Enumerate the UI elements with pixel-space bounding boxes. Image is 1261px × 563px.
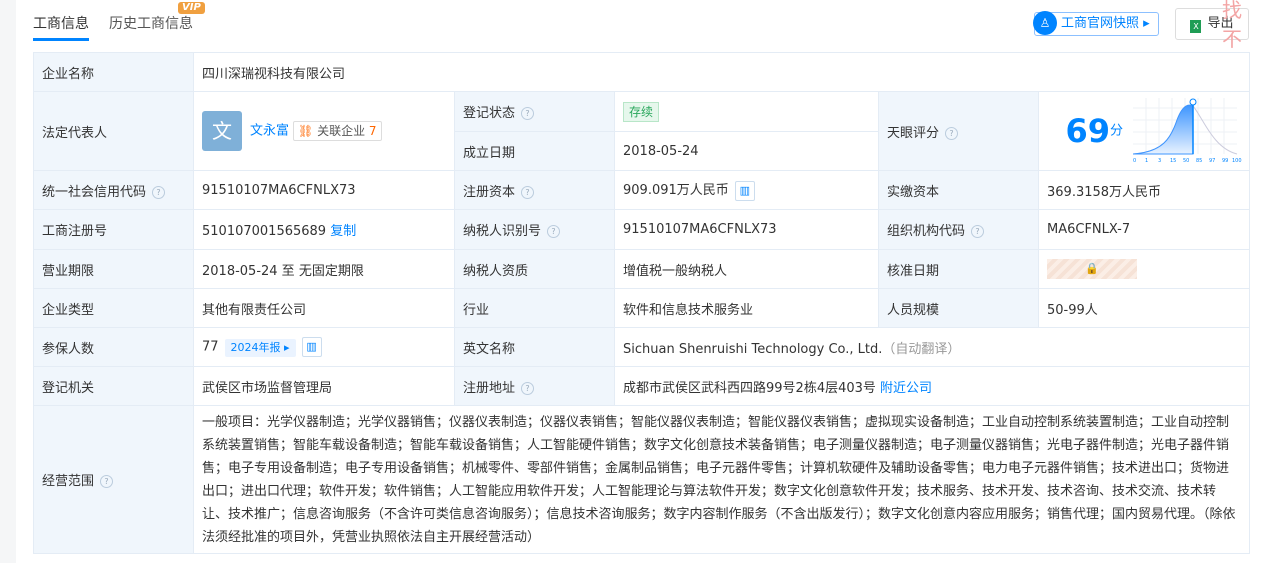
score-value: 69 [1065,112,1110,150]
insured-label: 参保人数 [33,327,194,367]
reg-no: 510107001565689 [202,224,327,239]
industry-label: 行业 [454,288,615,328]
taxpayer-id-label: 纳税人识别号? [454,209,615,250]
official-snapshot-button[interactable]: ♙ 工商官网快照 ▸ [1033,11,1159,36]
credit-code-label: 统一社会信用代码? [33,170,194,210]
tab-history-business-info[interactable]: 历史工商信息 [109,13,193,33]
vip-badge: VIP [178,2,205,14]
approved-cell: 🔒 [1037,249,1251,289]
related-label: 关联企业 [317,123,366,138]
related-count: 7 [368,123,377,138]
axis-tick: 100 [1232,158,1242,164]
help-icon[interactable]: ? [945,126,959,140]
scope-label: 经营范围? [33,405,194,554]
chart-icon[interactable]: ▥ [734,180,755,201]
avatar: 文 [202,111,242,151]
help-icon[interactable]: ? [152,185,166,199]
help-icon[interactable]: ? [521,381,535,395]
english-name: Sichuan Shenruishi Technology Co., Ltd. [623,341,883,357]
paid-capital: 369.3158万人民币 [1037,170,1251,210]
chart-icon[interactable]: ▥ [301,337,322,357]
address: 成都市武侯区武科西四路99号2栋4层403号 [623,380,876,396]
company-type: 其他有限责任公司 [193,288,455,328]
reg-no-label: 工商注册号 [33,209,194,250]
copy-button[interactable]: 复制 [330,224,356,239]
axis-tick: 97 [1209,158,1215,164]
staff: 50-99人 [1037,288,1251,328]
excel-icon: X [1190,20,1202,33]
reg-capital-label: 注册资本? [454,170,615,210]
axis-tick: 99 [1222,158,1228,164]
status-badge: 存续 [623,101,660,122]
established-date: 2018-05-24 [614,131,879,171]
taxpayer-type: 增值税一般纳税人 [614,249,879,289]
legal-rep-cell: 文文永富 ⛓ 关联企业 7 [193,91,455,171]
related-companies-button[interactable]: ⛓ 关联企业 7 [293,120,382,141]
auto-translate-note: （自动翻译） [882,341,961,357]
insured-cell: 77 2024年报 ▸ ▥ [193,327,455,367]
org-code: MA6CFNLX-7 [1037,209,1251,250]
axis-tick: 3 [1158,158,1161,164]
legal-rep-label: 法定代表人 [33,91,194,171]
taxpayer-id: 91510107MA6CFNLX73 [614,209,879,250]
watermark: 找不 [1222,0,1242,51]
axis-tick: 15 [1170,158,1176,164]
industry: 软件和信息技术服务业 [614,288,879,328]
status-label: 登记状态? [454,91,615,132]
network-icon: ⛓ [298,123,314,138]
english-cell: Sichuan Shenruishi Technology Co., Ltd.（… [613,327,1251,367]
nearby-companies-link[interactable]: 附近公司 [880,381,932,396]
axis-tick: 85 [1196,158,1202,164]
left-gutter [0,0,16,563]
staff-label: 人员规模 [878,288,1039,328]
business-scope: 一般项目：光学仪器制造；光学仪器销售；仪器仪表制造；仪器仪表销售；智能仪器仪表制… [192,405,1251,554]
score-cell[interactable]: 69分 0 1 3 15 50 85 97 99 100 [1037,91,1251,171]
business-info-table: 企业名称 四川深瑞视科技有限公司 法定代表人 文文永富 ⛓ 关联企业 7 登记状态?… [33,52,1251,554]
status-cell: 存续 [614,91,879,132]
help-icon[interactable]: ? [547,225,561,238]
lock-icon[interactable]: 🔒 [1047,259,1137,279]
address-cell: 成都市武侯区武科西四路99号2栋4层403号 附近公司 [613,366,1251,406]
score-label: 天眼评分? [878,91,1039,171]
approved-label: 核准日期 [878,249,1039,289]
help-icon[interactable]: ? [521,107,535,120]
legal-rep-link[interactable]: 文永富 [250,124,289,139]
term-label: 营业期限 [33,249,194,289]
reg-no-cell: 510107001565689 复制 [193,209,455,250]
help-icon[interactable]: ? [971,225,985,238]
score-marker [1189,98,1197,106]
established-label: 成立日期 [454,131,615,171]
authority-label: 登记机关 [33,366,194,406]
score-unit: 分 [1109,123,1123,139]
axis-tick: 1 [1145,158,1148,164]
company-name-label: 企业名称 [33,52,194,92]
company-name: 四川深瑞视科技有限公司 [192,52,1251,92]
org-code-label: 组织机构代码? [878,209,1039,250]
score-distribution-chart: 0 1 3 15 50 85 97 99 100 [1133,98,1242,164]
insured: 77 [202,339,219,355]
term: 2018-05-24 至 无固定期限 [193,249,455,289]
address-label: 注册地址? [454,366,615,406]
help-icon[interactable]: ? [521,185,535,199]
english-label: 英文名称 [454,327,615,367]
authority: 武侯区市场监督管理局 [193,366,455,406]
type-label: 企业类型 [33,288,194,328]
help-icon[interactable]: ? [100,475,114,488]
stamp-icon: ♙ [1033,11,1057,35]
axis-tick: 0 [1133,158,1136,164]
snapshot-label: 工商官网快照 [1061,16,1140,31]
axis-tick: 50 [1183,158,1189,164]
paid-capital-label: 实缴资本 [878,170,1039,210]
credit-code: 91510107MA6CFNLX73 [193,170,455,210]
annual-report-button[interactable]: 2024年报 ▸ [224,338,296,357]
tab-business-info[interactable]: 工商信息 [33,13,89,41]
taxpayer-type-label: 纳税人资质 [454,249,615,289]
reg-capital: 909.091万人民币 [623,183,729,199]
reg-capital-cell: 909.091万人民币 ▥ [614,170,879,210]
